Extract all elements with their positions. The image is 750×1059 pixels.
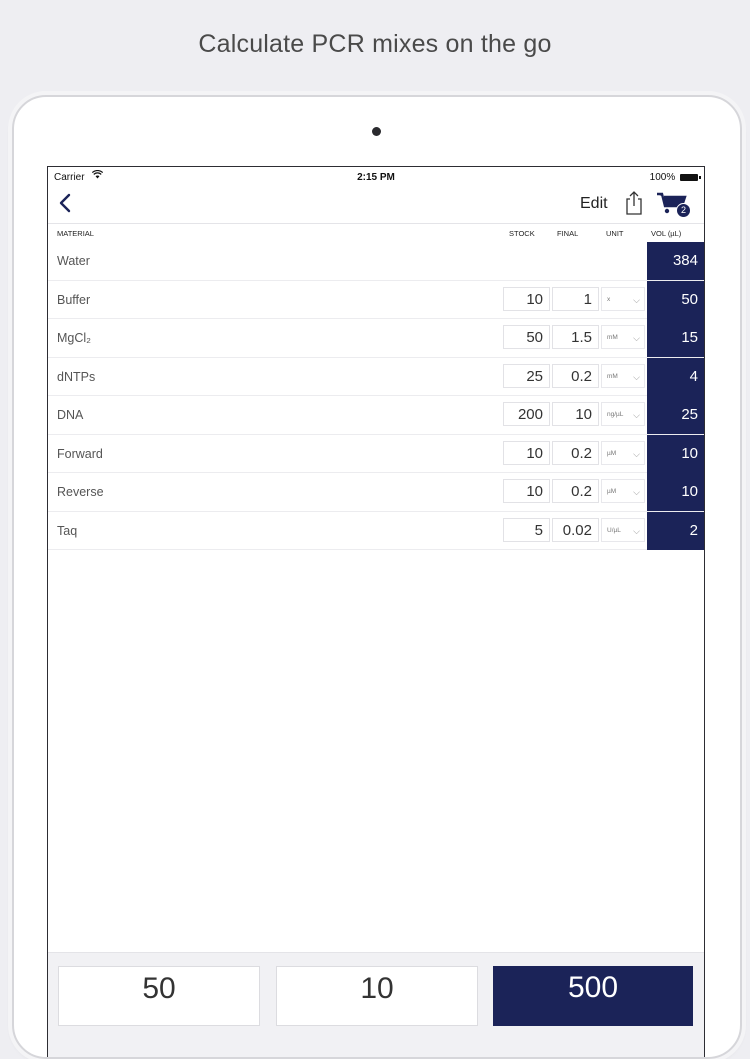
material-name: Reverse: [57, 485, 104, 499]
unit-select[interactable]: U/µL ⌵: [601, 517, 645, 542]
table-row[interactable]: DNA 200 10 ng/µL ⌵ 25: [48, 396, 704, 435]
cart-count-badge: 2: [676, 203, 691, 218]
unit-value: µM: [607, 449, 617, 457]
reactions-count-input[interactable]: 10: [276, 966, 478, 1026]
material-name: Forward: [57, 446, 103, 461]
camera-dot: [372, 127, 381, 136]
chevron-down-icon: ⌵: [633, 487, 640, 497]
table-row[interactable]: Water 384: [48, 242, 704, 281]
volume-cell: 384: [647, 242, 704, 280]
unit-value: U/µL: [607, 526, 621, 534]
chevron-down-icon: ⌵: [633, 410, 640, 420]
battery-percent: 100%: [649, 172, 676, 183]
volume-cell: 10: [647, 473, 704, 511]
material-name: Water: [57, 254, 90, 268]
chevron-down-icon: ⌵: [633, 333, 640, 343]
col-stock: STOCK: [509, 229, 535, 238]
stock-input[interactable]: 200: [503, 402, 550, 426]
table-row[interactable]: MgCl₂ 50 1.5 mM ⌵ 15: [48, 319, 704, 358]
final-input[interactable]: 0.2: [552, 440, 599, 465]
unit-select[interactable]: x ⌵: [601, 286, 645, 311]
unit-select[interactable]: mM ⌵: [601, 363, 645, 388]
stock-input[interactable]: 10: [503, 286, 550, 311]
nav-bar: Edit 2: [48, 185, 704, 224]
material-name: dNTPs: [57, 369, 96, 384]
material-name: MgCl₂: [57, 331, 92, 345]
edit-button[interactable]: Edit: [580, 195, 608, 213]
share-icon: [626, 191, 642, 215]
status-bar: Carrier 2:15 PM 100%: [48, 167, 704, 185]
chevron-down-icon: ⌵: [633, 371, 640, 382]
final-input[interactable]: 0.02: [552, 517, 599, 542]
volume-cell: 25: [647, 396, 704, 434]
table-row[interactable]: Buffer 10 1 x ⌵ 50: [48, 280, 704, 319]
material-name: Taq: [57, 523, 78, 538]
material-name: DNA: [57, 408, 84, 422]
col-material: MATERIAL: [57, 229, 94, 238]
volume-cell: 10: [647, 434, 704, 473]
table-row[interactable]: Forward 10 0.2 µM ⌵ 10: [48, 434, 704, 473]
stock-input[interactable]: 10: [503, 479, 550, 503]
table-row[interactable]: Reverse 10 0.2 µM ⌵ 10: [48, 473, 704, 512]
volume-cell: 50: [647, 280, 704, 319]
table-row[interactable]: Taq 5 0.02 U/µL ⌵ 2: [48, 511, 704, 550]
volume-cell: 4: [647, 357, 704, 396]
share-button[interactable]: [624, 190, 644, 216]
stock-input[interactable]: 5: [503, 517, 550, 542]
final-input[interactable]: 1.5: [552, 325, 599, 349]
totals-bar: 50 10 500: [48, 952, 704, 1057]
battery-indicator: 100%: [649, 172, 701, 183]
chevron-down-icon: ⌵: [633, 294, 640, 305]
col-final: FINAL: [557, 229, 579, 238]
unit-select[interactable]: µM ⌵: [601, 440, 645, 465]
unit-value: µM: [607, 488, 617, 495]
volume-cell: 15: [647, 319, 704, 357]
unit-value: ng/µL: [607, 411, 624, 418]
unit-value: mM: [607, 372, 618, 380]
material-table: Water 384 Buffer 10 1 x ⌵ 50 MgCl₂ 50 1.5…: [48, 242, 704, 550]
material-name: Buffer: [57, 292, 91, 307]
final-input[interactable]: 10: [552, 402, 599, 426]
final-input[interactable]: 0.2: [552, 363, 599, 388]
status-time: 2:15 PM: [357, 172, 395, 183]
final-input[interactable]: 1: [552, 286, 599, 311]
table-row[interactable]: dNTPs 25 0.2 mM ⌵ 4: [48, 357, 704, 396]
back-button[interactable]: [56, 191, 78, 215]
battery-icon: [680, 173, 701, 181]
stock-input[interactable]: 10: [503, 440, 550, 465]
app-screen: Carrier 2:15 PM 100% Edit 2 MATERIAL STO…: [47, 166, 705, 1057]
unit-select[interactable]: µM ⌵: [601, 479, 645, 503]
col-vol: VOL (µL): [651, 229, 682, 238]
chevron-left-icon: [59, 193, 71, 213]
stock-input[interactable]: 50: [503, 325, 550, 349]
unit-select[interactable]: ng/µL ⌵: [601, 402, 645, 426]
column-header-row: MATERIAL STOCK FINAL UNIT VOL (µL): [48, 224, 704, 242]
unit-select[interactable]: mM ⌵: [601, 325, 645, 349]
col-unit: UNIT: [606, 229, 624, 238]
tablet-frame: Carrier 2:15 PM 100% Edit 2 MATERIAL STO…: [12, 95, 742, 1059]
chevron-down-icon: ⌵: [633, 448, 640, 459]
chevron-down-icon: ⌵: [633, 525, 640, 536]
promo-headline: Calculate PCR mixes on the go: [198, 30, 552, 58]
reaction-volume-input[interactable]: 50: [58, 966, 260, 1026]
total-volume-display: 500: [493, 966, 693, 1026]
final-input[interactable]: 0.2: [552, 479, 599, 503]
stock-input[interactable]: 25: [503, 363, 550, 388]
unit-value: mM: [607, 334, 618, 341]
unit-value: x: [607, 295, 611, 303]
volume-cell: 2: [647, 511, 704, 550]
